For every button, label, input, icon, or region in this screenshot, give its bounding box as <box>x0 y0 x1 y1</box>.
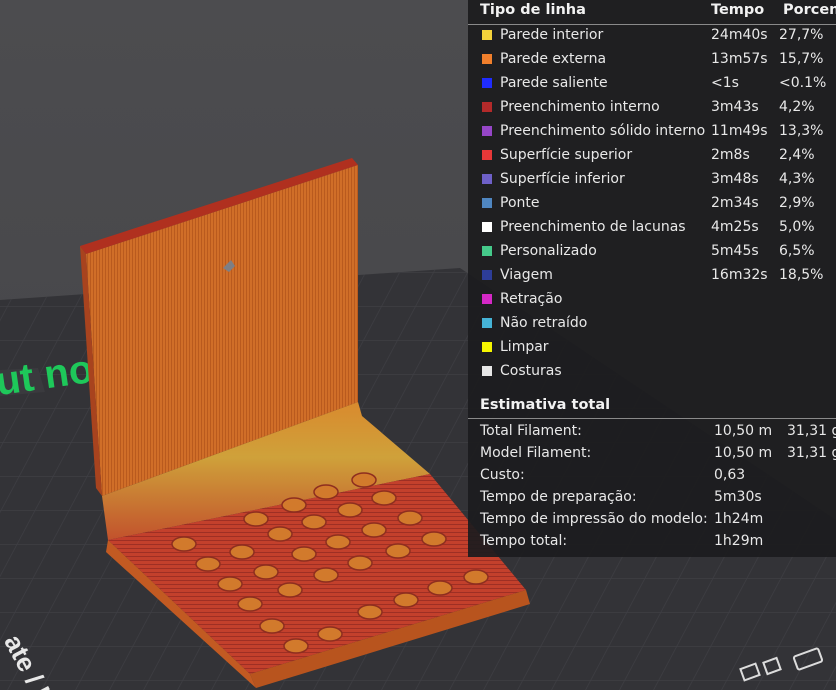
color-swatch-icon <box>482 270 492 280</box>
legend-row-time: 16m32s <box>711 267 768 283</box>
estimate-row: Custo: 0,63 <box>468 465 836 487</box>
header-line-type: Tipo de linha <box>480 2 586 18</box>
estimate-title: Estimativa total <box>480 397 611 413</box>
estimate-row: Model Filament: 10,50 m 31,31 g <box>468 443 836 465</box>
legend-row-time: 11m49s <box>711 123 768 139</box>
estimate-row: Tempo de impressão do modelo: 1h24m <box>468 509 836 531</box>
legend-header: Tipo de linha Tempo Porcent <box>468 0 836 25</box>
legend-row-time: 4m25s <box>711 219 759 235</box>
estimate-row: Tempo de preparação: 5m30s <box>468 487 836 509</box>
legend-row-percent: 4,2% <box>779 99 815 115</box>
legend-row-time: <1s <box>711 75 739 91</box>
estimate-value: 1h29m <box>714 533 764 549</box>
legend-row-time: 3m43s <box>711 99 759 115</box>
legend-row-percent: 5,0% <box>779 219 815 235</box>
legend-row-time: 24m40s <box>711 27 768 43</box>
legend-row-time: 3m48s <box>711 171 759 187</box>
legend-row-label: Parede saliente <box>500 75 608 91</box>
legend-row[interactable]: Personalizado 5m45s 6,5% <box>468 240 836 264</box>
estimate-label: Model Filament: <box>480 445 592 461</box>
estimate-label: Tempo de preparação: <box>480 489 637 505</box>
legend-row-label: Superfície inferior <box>500 171 625 187</box>
color-swatch-icon <box>482 222 492 232</box>
color-swatch-icon <box>482 150 492 160</box>
estimate-label: Tempo de impressão do modelo: <box>480 511 708 527</box>
legend-row-label: Preenchimento sólido interno <box>500 123 706 139</box>
estimate-label: Custo: <box>480 467 525 483</box>
legend-row-label: Parede interior <box>500 27 604 43</box>
legend-row-time: 5m45s <box>711 243 759 259</box>
legend-row-percent: 2,4% <box>779 147 815 163</box>
legend-row-label: Não retraído <box>500 315 588 331</box>
legend-row-percent: 15,7% <box>779 51 824 67</box>
legend-row[interactable]: Parede interior 24m40s 27,7% <box>468 24 836 48</box>
color-swatch-icon <box>482 102 492 112</box>
legend-row-label: Limpar <box>500 339 549 355</box>
color-swatch-icon <box>482 318 492 328</box>
estimate-value: 1h24m <box>714 511 764 527</box>
legend-row-percent: 13,3% <box>779 123 824 139</box>
header-percent: Porcent <box>783 2 836 18</box>
legend-row[interactable]: Costuras <box>468 360 836 384</box>
legend-row-percent: 27,7% <box>779 27 824 43</box>
legend-row[interactable]: Retração <box>468 288 836 312</box>
legend-row-label: Personalizado <box>500 243 597 259</box>
legend-row-percent: 4,3% <box>779 171 815 187</box>
estimate-header: Estimativa total <box>468 394 836 419</box>
estimate-weight: 31,31 g <box>787 423 836 439</box>
legend-row-label: Ponte <box>500 195 540 211</box>
legend-row[interactable]: Superfície inferior 3m48s 4,3% <box>468 168 836 192</box>
legend-row-label: Superfície superior <box>500 147 633 163</box>
legend-row-label: Viagem <box>500 267 553 283</box>
estimate-weight: 31,31 g <box>787 445 836 461</box>
legend-row-percent: 6,5% <box>779 243 815 259</box>
legend-row-percent: 18,5% <box>779 267 824 283</box>
legend-row[interactable]: Preenchimento de lacunas 4m25s 5,0% <box>468 216 836 240</box>
legend-row-percent: <0.1% <box>779 75 827 91</box>
estimate-row: Tempo total: 1h29m <box>468 531 836 553</box>
legend-row[interactable]: Parede externa 13m57s 15,7% <box>468 48 836 72</box>
legend-row[interactable]: Não retraído <box>468 312 836 336</box>
legend-row[interactable]: Viagem 16m32s 18,5% <box>468 264 836 288</box>
legend-panel: Tipo de linha Tempo Porcent Parede inter… <box>468 0 836 557</box>
estimate-value: 10,50 m <box>714 445 773 461</box>
color-swatch-icon <box>482 366 492 376</box>
legend-row-time: 2m34s <box>711 195 759 211</box>
color-swatch-icon <box>482 126 492 136</box>
legend-row[interactable]: Preenchimento sólido interno 11m49s 13,3% <box>468 120 836 144</box>
color-swatch-icon <box>482 54 492 64</box>
estimate-value: 0,63 <box>714 467 746 483</box>
color-swatch-icon <box>482 342 492 352</box>
legend-row[interactable]: Limpar <box>468 336 836 360</box>
estimate-label: Total Filament: <box>480 423 582 439</box>
legend-row[interactable]: Preenchimento interno 3m43s 4,2% <box>468 96 836 120</box>
legend-row-percent: 2,9% <box>779 195 815 211</box>
legend-row-label: Preenchimento interno <box>500 99 660 115</box>
estimate-label: Tempo total: <box>480 533 568 549</box>
estimate-value: 5m30s <box>714 489 762 505</box>
color-swatch-icon <box>482 198 492 208</box>
legend-row-time: 2m8s <box>711 147 750 163</box>
estimate-value: 10,50 m <box>714 423 773 439</box>
header-time: Tempo <box>711 2 765 18</box>
legend-row[interactable]: Parede saliente <1s <0.1% <box>468 72 836 96</box>
legend-row-label: Retração <box>500 291 563 307</box>
estimate-row: Total Filament: 10,50 m 31,31 g <box>468 421 836 443</box>
color-swatch-icon <box>482 174 492 184</box>
color-swatch-icon <box>482 294 492 304</box>
legend-row-time: 13m57s <box>711 51 768 67</box>
color-swatch-icon <box>482 246 492 256</box>
color-swatch-icon <box>482 78 492 88</box>
legend-row-label: Costuras <box>500 363 562 379</box>
legend-row[interactable]: Superfície superior 2m8s 2,4% <box>468 144 836 168</box>
legend-row-label: Preenchimento de lacunas <box>500 219 686 235</box>
legend-row-label: Parede externa <box>500 51 607 67</box>
color-swatch-icon <box>482 30 492 40</box>
legend-row[interactable]: Ponte 2m34s 2,9% <box>468 192 836 216</box>
